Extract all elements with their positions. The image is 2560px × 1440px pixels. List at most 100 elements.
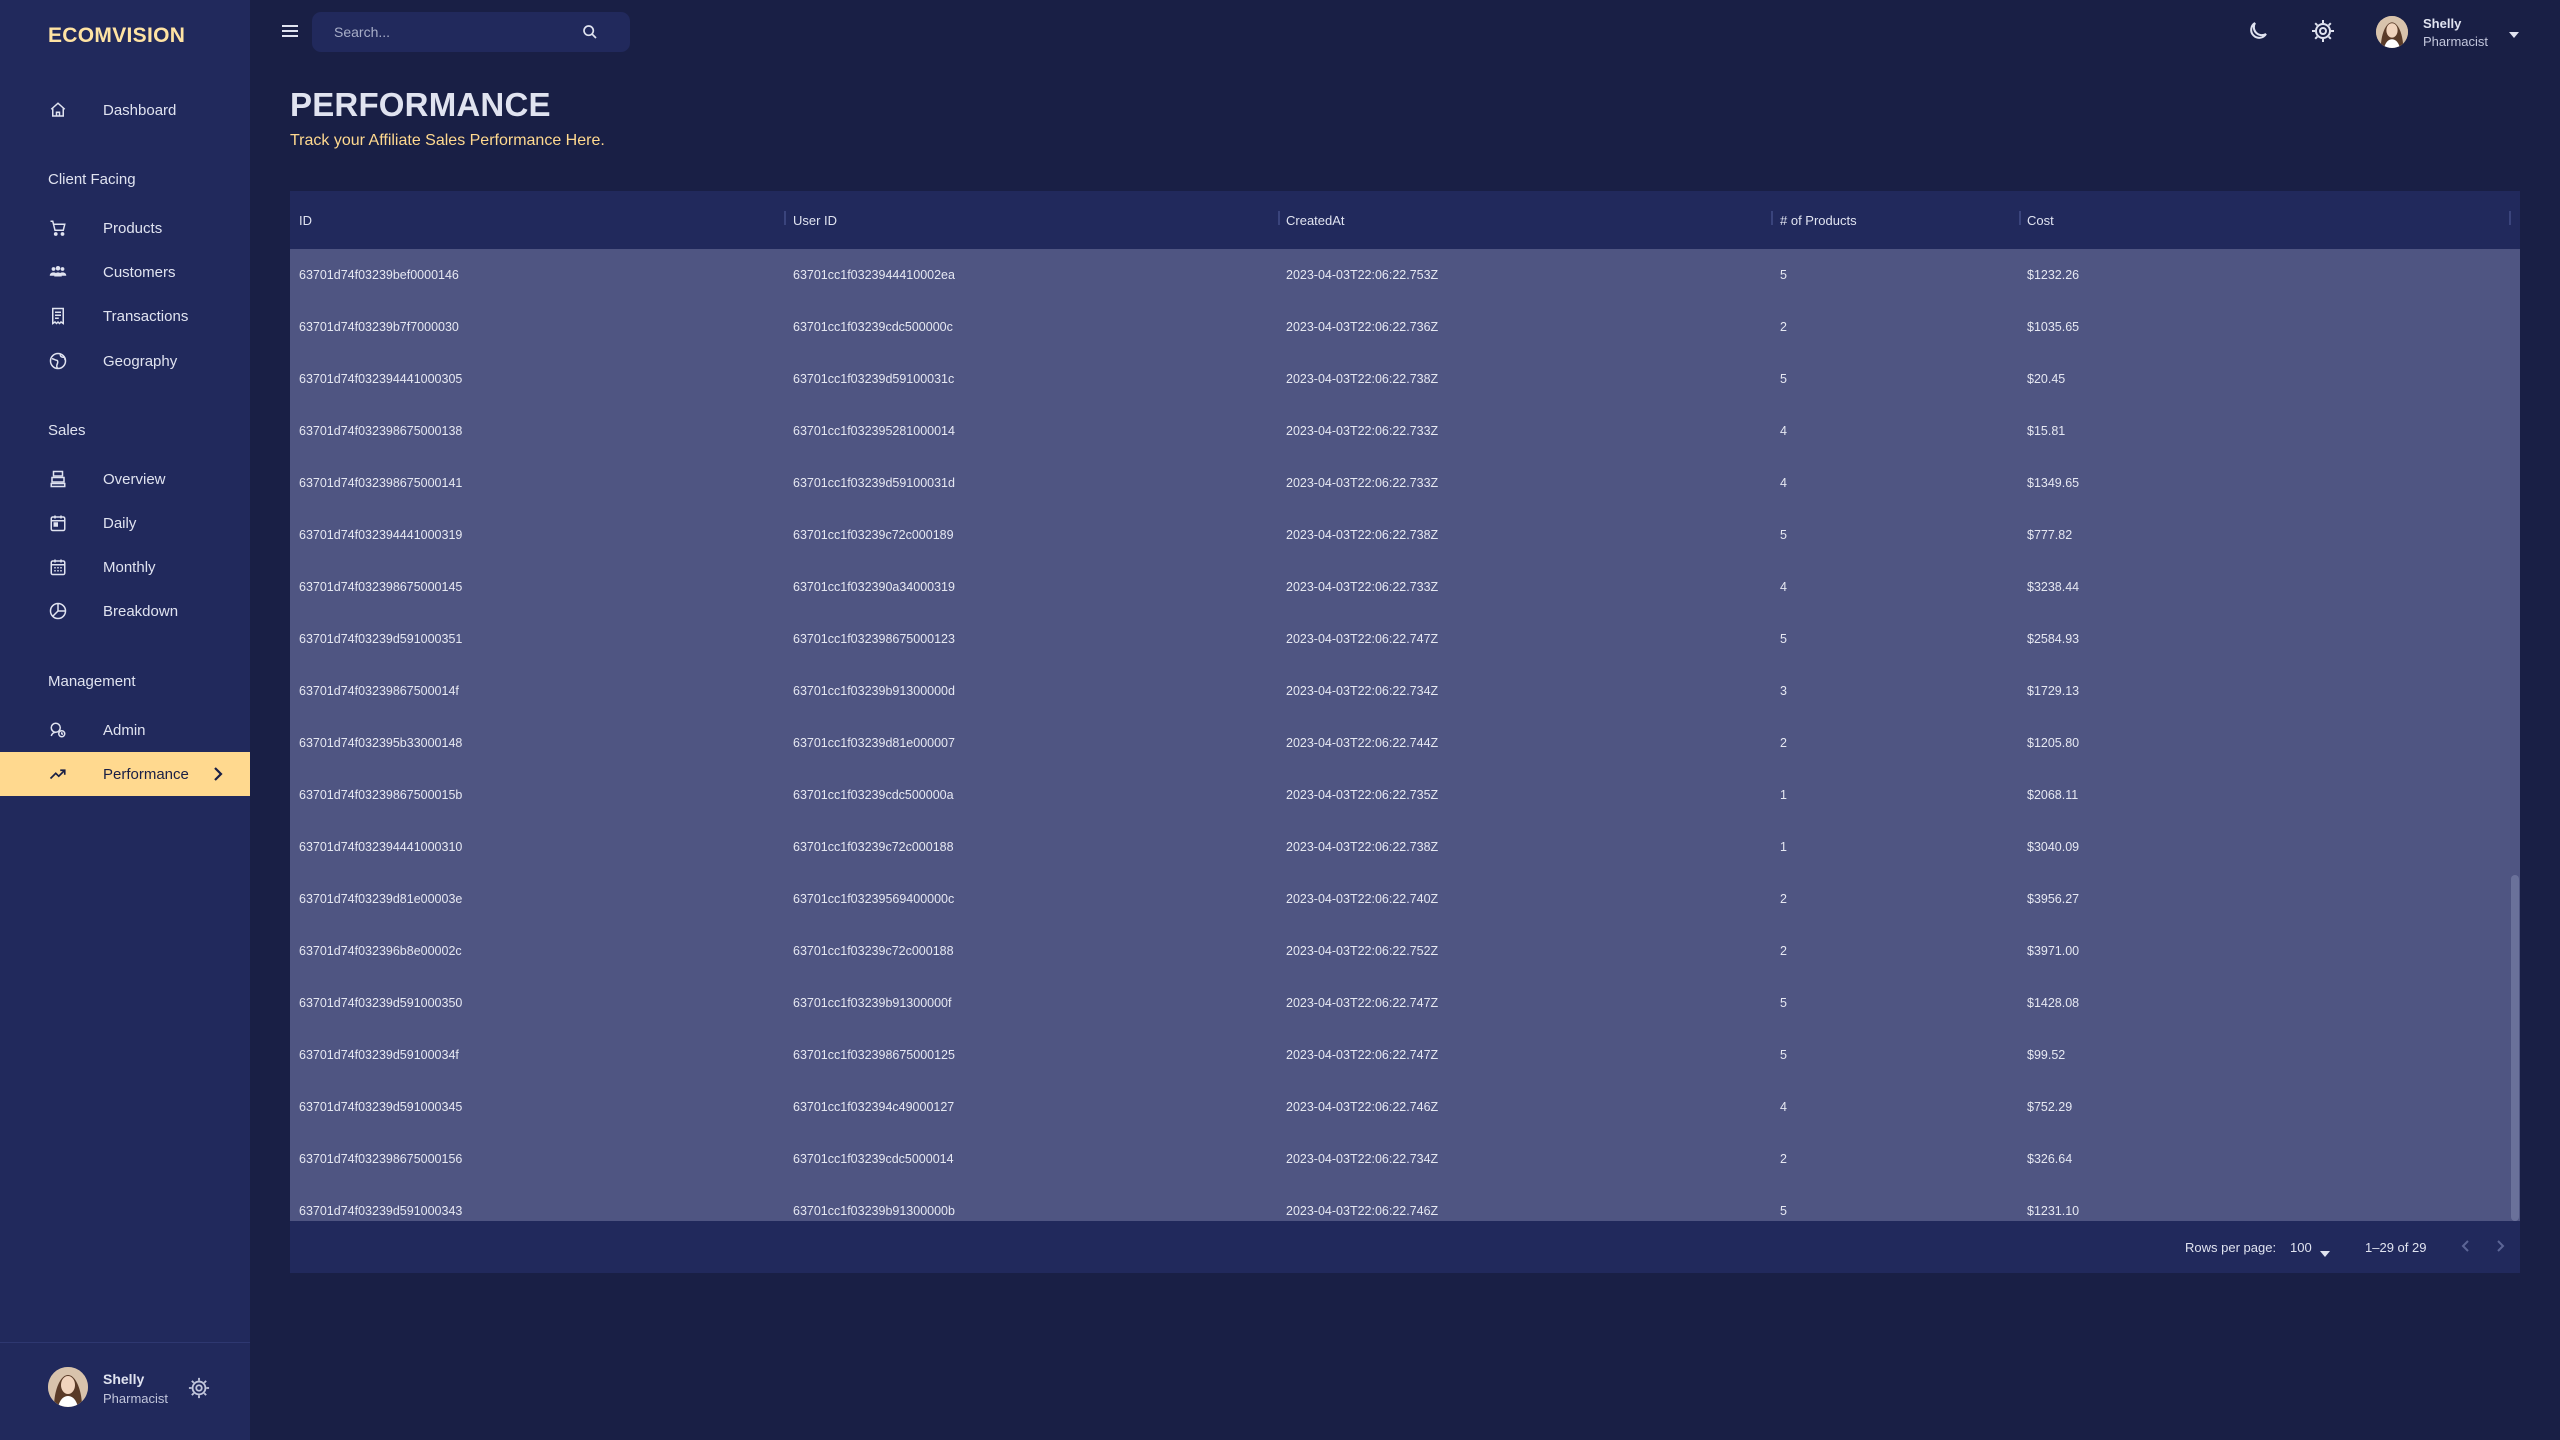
- cell-created-at: 2023-04-03T22:06:22.747Z: [1286, 632, 1439, 646]
- table-row[interactable]: 63701d74f03239d59100034f 63701cc1f0323986…: [290, 1029, 2510, 1081]
- sidebar-item-dashboard[interactable]: Dashboard: [0, 88, 250, 132]
- column-header-cost[interactable]: Cost: [2027, 213, 2054, 229]
- menu-icon[interactable]: [282, 22, 304, 42]
- table-row[interactable]: 63701d74f03239867500014f 63701cc1f03239b9…: [290, 665, 2510, 717]
- settings-gear-icon[interactable]: [188, 1377, 210, 1399]
- vertical-scrollbar[interactable]: [2510, 249, 2520, 1221]
- sidebar-item-geography[interactable]: Geography: [0, 339, 250, 383]
- table-row[interactable]: 63701d74f032395b33000148 63701cc1f03239d8…: [290, 717, 2510, 769]
- table-row[interactable]: 63701d74f032398675000141 63701cc1f03239d5…: [290, 457, 2510, 509]
- cell-id: 63701d74f03239d59100034f: [299, 1048, 459, 1062]
- topbar-user-role: Pharmacist: [2423, 34, 2489, 49]
- topbar-user-name[interactable]: Shelly: [2423, 16, 2461, 31]
- column-header-user-id[interactable]: User ID: [793, 213, 837, 229]
- sidebar-item-performance[interactable]: Performance: [0, 752, 250, 796]
- sidebar-item-breakdown[interactable]: Breakdown: [0, 589, 250, 633]
- settings-icon[interactable]: [2311, 19, 2335, 43]
- table-row[interactable]: 63701d74f03239d591000351 63701cc1f0323986…: [290, 613, 2510, 665]
- table-row[interactable]: 63701d74f03239d591000350 63701cc1f03239b9…: [290, 977, 2510, 1029]
- column-separator[interactable]: [2509, 211, 2511, 225]
- chevron-left-icon[interactable]: [2458, 1238, 2474, 1254]
- table-row[interactable]: 63701d74f032394441000310 63701cc1f03239c7…: [290, 821, 2510, 873]
- column-separator[interactable]: [2019, 211, 2021, 225]
- column-separator[interactable]: [1278, 211, 1280, 225]
- column-header-created-at[interactable]: CreatedAt: [1286, 213, 1345, 229]
- sidebar-item-overview[interactable]: Overview: [0, 457, 250, 501]
- sidebar-item-admin[interactable]: Admin: [0, 708, 250, 752]
- cell-id: 63701d74f03239867500014f: [299, 684, 459, 698]
- table-row[interactable]: 63701d74f03239d591000343 63701cc1f03239b9…: [290, 1185, 2510, 1221]
- sidebar-item-customers[interactable]: Customers: [0, 250, 250, 294]
- cell-products: 4: [1780, 1100, 1787, 1114]
- cell-created-at: 2023-04-03T22:06:22.738Z: [1286, 840, 1439, 854]
- cell-id: 63701d74f03239d591000350: [299, 996, 463, 1010]
- cell-id: 63701d74f032398675000156: [299, 1152, 463, 1166]
- brand-logo[interactable]: ECOMVISION: [48, 24, 185, 48]
- table-row[interactable]: 63701d74f032398675000156 63701cc1f03239cd…: [290, 1133, 2510, 1185]
- table-row[interactable]: 63701d74f032396b8e00002c 63701cc1f03239c7…: [290, 925, 2510, 977]
- column-separator[interactable]: [784, 211, 786, 225]
- cell-id: 63701d74f032394441000319: [299, 528, 463, 542]
- cell-cost: $3971.00: [2027, 944, 2080, 958]
- column-separator[interactable]: [1771, 211, 1773, 225]
- column-header-id[interactable]: ID: [299, 213, 312, 229]
- sidebar-item-monthly[interactable]: Monthly: [0, 545, 250, 589]
- cell-user-id: 63701cc1f032398675000125: [793, 1048, 955, 1062]
- cell-products: 1: [1780, 788, 1787, 802]
- cell-created-at: 2023-04-03T22:06:22.736Z: [1286, 320, 1439, 334]
- cell-cost: $1232.26: [2027, 268, 2080, 282]
- table-row[interactable]: 63701d74f03239d81e00003e 63701cc1f0323956…: [290, 873, 2510, 925]
- cell-cost: $1729.13: [2027, 684, 2080, 698]
- table-row[interactable]: 63701d74f03239d591000345 63701cc1f032394c…: [290, 1081, 2510, 1133]
- table-row[interactable]: 63701d74f032394441000305 63701cc1f03239d5…: [290, 353, 2510, 405]
- cell-user-id: 63701cc1f03239d59100031d: [793, 476, 955, 490]
- search-input[interactable]: [334, 22, 574, 42]
- avatar[interactable]: [48, 1367, 88, 1407]
- table-row[interactable]: 63701d74f03239b7f7000030 63701cc1f03239cd…: [290, 301, 2510, 353]
- cell-user-id: 63701cc1f03239cdc500000a: [793, 788, 954, 802]
- table-header: ID User ID CreatedAt # of Products Cost: [290, 191, 2520, 249]
- cell-products: 2: [1780, 944, 1787, 958]
- cell-user-id: 63701cc1f03239b91300000b: [793, 1204, 955, 1218]
- cell-products: 4: [1780, 580, 1787, 594]
- sidebar-item-daily[interactable]: Daily: [0, 501, 250, 545]
- cell-products: 4: [1780, 424, 1787, 438]
- sidebar-item-products[interactable]: Products: [0, 206, 250, 250]
- cell-user-id: 63701cc1f032398675000123: [793, 632, 955, 646]
- cell-created-at: 2023-04-03T22:06:22.752Z: [1286, 944, 1439, 958]
- search-icon[interactable]: [582, 24, 598, 40]
- cell-products: 2: [1780, 320, 1787, 334]
- dark-mode-icon[interactable]: [2246, 19, 2270, 43]
- sidebar: ECOMVISION Dashboard Client Facing Produ…: [0, 0, 250, 1440]
- point-of-sale-icon: [48, 469, 68, 489]
- scrollbar-thumb[interactable]: [2511, 875, 2519, 1221]
- rows-per-page-select[interactable]: 100: [2290, 1240, 2312, 1255]
- cell-cost: $777.82: [2027, 528, 2073, 542]
- cell-id: 63701d74f03239b7f7000030: [299, 320, 459, 334]
- table-row[interactable]: 63701d74f03239867500015b 63701cc1f03239cd…: [290, 769, 2510, 821]
- cell-products: 5: [1780, 1204, 1787, 1218]
- cell-products: 5: [1780, 632, 1787, 646]
- column-header-products[interactable]: # of Products: [1780, 213, 1857, 229]
- cell-id: 63701d74f03239bef0000146: [299, 268, 459, 282]
- calendar-today-icon: [48, 513, 68, 533]
- section-sales: Sales: [48, 422, 86, 439]
- performance-table: ID User ID CreatedAt # of Products Cost …: [290, 191, 2520, 1273]
- table-row[interactable]: 63701d74f032398675000138 63701cc1f0323952…: [290, 405, 2510, 457]
- avatar[interactable]: [2376, 16, 2408, 48]
- cell-created-at: 2023-04-03T22:06:22.746Z: [1286, 1204, 1439, 1218]
- cell-cost: $1428.08: [2027, 996, 2080, 1010]
- caret-down-icon[interactable]: [2508, 26, 2520, 38]
- cell-cost: $3040.09: [2027, 840, 2080, 854]
- cell-created-at: 2023-04-03T22:06:22.753Z: [1286, 268, 1439, 282]
- chevron-right-icon[interactable]: [2492, 1238, 2508, 1254]
- caret-down-icon[interactable]: [2320, 1245, 2330, 1257]
- cell-products: 5: [1780, 1048, 1787, 1062]
- cell-products: 2: [1780, 1152, 1787, 1166]
- cell-id: 63701d74f03239d591000343: [299, 1204, 463, 1218]
- table-row[interactable]: 63701d74f032394441000319 63701cc1f03239c7…: [290, 509, 2510, 561]
- sidebar-item-transactions[interactable]: Transactions: [0, 294, 250, 338]
- table-row[interactable]: 63701d74f032398675000145 63701cc1f032390a…: [290, 561, 2510, 613]
- table-row[interactable]: 63701d74f03239bef0000146 63701cc1f0323944…: [290, 249, 2510, 301]
- cell-products: 3: [1780, 684, 1787, 698]
